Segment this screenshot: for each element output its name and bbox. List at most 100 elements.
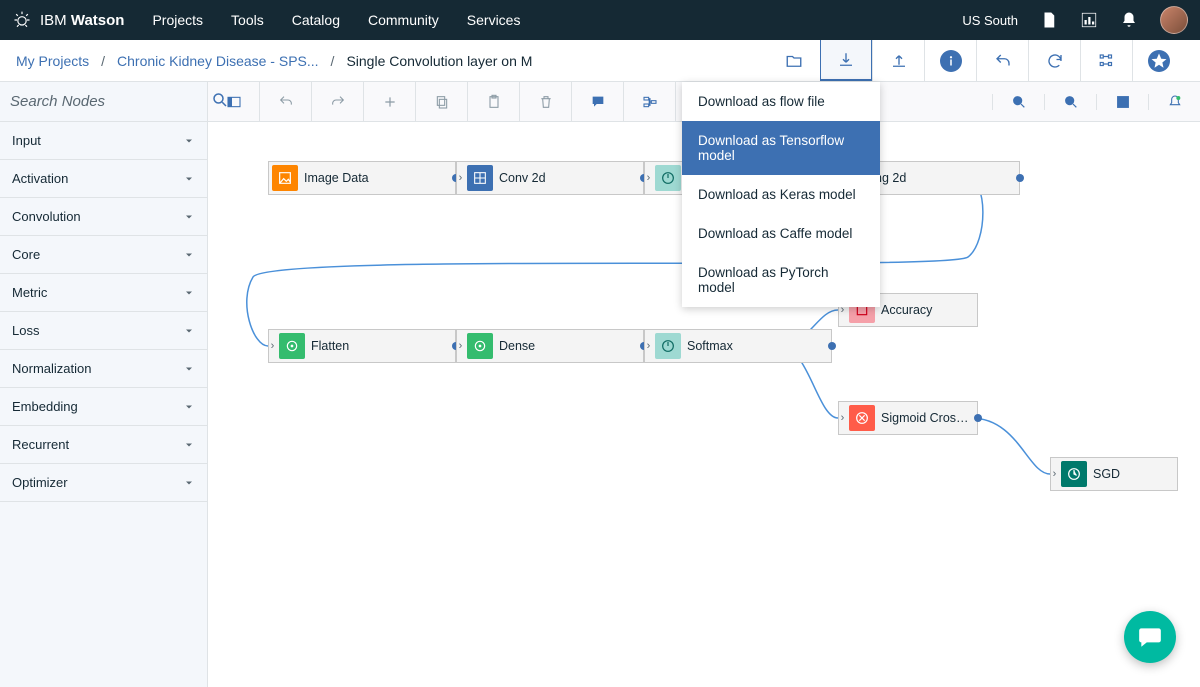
sidebar-item-label: Embedding — [12, 399, 78, 414]
chevron-down-icon — [183, 401, 195, 413]
sidebar-item-label: Input — [12, 133, 41, 148]
settings-button[interactable] — [1080, 40, 1132, 81]
sidebar-item-convolution[interactable]: Convolution — [0, 198, 207, 236]
node-port-in[interactable]: › — [269, 340, 276, 352]
node-port-in[interactable]: › — [645, 340, 652, 352]
sidebar-item-embedding[interactable]: Embedding — [0, 388, 207, 426]
sub-bar: My Projects / Chronic Kidney Disease - S… — [0, 40, 1200, 82]
node-port-out[interactable] — [974, 414, 982, 422]
conv-icon — [467, 165, 493, 191]
chevron-down-icon — [183, 325, 195, 337]
dd-item-flow[interactable]: Download as flow file — [682, 82, 880, 121]
sidebar-item-label: Optimizer — [12, 475, 68, 490]
avatar[interactable] — [1160, 6, 1188, 34]
node-sgd[interactable]: › SGD — [1050, 457, 1178, 491]
dd-item-pytorch[interactable]: Download as PyTorch model — [682, 253, 880, 307]
dense-icon — [467, 333, 493, 359]
top-nav: IBM Watson Projects Tools Catalog Commun… — [0, 0, 1200, 40]
info-button[interactable] — [924, 40, 976, 81]
sidebar-item-label: Metric — [12, 285, 47, 300]
brand[interactable]: IBM Watson — [12, 10, 124, 30]
node-port-in[interactable]: › — [645, 172, 652, 184]
watson-logo-icon — [12, 10, 32, 30]
download-button[interactable] — [820, 40, 872, 81]
zoom-in-button[interactable] — [992, 94, 1044, 110]
sidebar-item-input[interactable]: Input — [0, 122, 207, 160]
node-label: ng 2d — [875, 171, 1019, 185]
nav-link-catalog[interactable]: Catalog — [292, 12, 340, 28]
nav-link-community[interactable]: Community — [368, 12, 439, 28]
undo-action-button[interactable] — [976, 40, 1028, 81]
sidebar-item-recurrent[interactable]: Recurrent — [0, 426, 207, 464]
image-input-icon — [272, 165, 298, 191]
node-image-data[interactable]: Image Data — [268, 161, 456, 195]
subbar-actions — [768, 40, 1184, 81]
chat-fab[interactable] — [1124, 611, 1176, 663]
document-icon[interactable] — [1040, 11, 1058, 29]
node-port-in[interactable]: › — [1051, 468, 1058, 480]
sidebar-item-label: Core — [12, 247, 40, 262]
fit-button[interactable] — [1096, 94, 1148, 110]
add-button[interactable] — [364, 82, 416, 121]
paste-button[interactable] — [468, 82, 520, 121]
search-input[interactable] — [10, 93, 211, 110]
zoom-out-button[interactable] — [1044, 94, 1096, 110]
sidebar-item-activation[interactable]: Activation — [0, 160, 207, 198]
upload-button[interactable] — [872, 40, 924, 81]
optimizer-icon — [1061, 461, 1087, 487]
sidebar-item-label: Convolution — [12, 209, 81, 224]
node-flatten[interactable]: › Flatten — [268, 329, 456, 363]
comment-button[interactable] — [572, 82, 624, 121]
node-softmax[interactable]: › Softmax — [644, 329, 832, 363]
chevron-down-icon — [183, 135, 195, 147]
sidebar-item-label: Normalization — [12, 361, 91, 376]
copy-button[interactable] — [416, 82, 468, 121]
chevron-down-icon — [183, 439, 195, 451]
region-selector[interactable]: US South — [962, 13, 1018, 28]
node-port-in[interactable]: › — [457, 340, 464, 352]
arrange-button[interactable] — [624, 82, 676, 121]
nav-links: Projects Tools Catalog Community Service… — [152, 12, 520, 28]
refresh-button[interactable] — [1028, 40, 1080, 81]
nav-right: US South — [962, 6, 1188, 34]
redo-button[interactable] — [312, 82, 364, 121]
chevron-down-icon — [183, 477, 195, 489]
crumb-current: Single Convolution layer on M — [346, 53, 532, 69]
main: Input Activation Convolution Core Metric… — [0, 122, 1200, 687]
nav-link-projects[interactable]: Projects — [152, 12, 203, 28]
node-loss[interactable]: › Sigmoid Cross-E... — [838, 401, 978, 435]
toolbar — [0, 82, 1200, 122]
search-wrap — [0, 82, 208, 121]
bell-icon[interactable] — [1120, 11, 1138, 29]
activation-icon — [655, 165, 681, 191]
nav-link-tools[interactable]: Tools — [231, 12, 264, 28]
dd-item-tensorflow[interactable]: Download as Tensorflow model — [682, 121, 880, 175]
nav-link-services[interactable]: Services — [467, 12, 521, 28]
notifications-button[interactable] — [1148, 94, 1200, 110]
undo-button[interactable] — [260, 82, 312, 121]
crumb-my-projects[interactable]: My Projects — [16, 53, 89, 69]
node-label: Sigmoid Cross-E... — [881, 411, 977, 425]
sidebar-item-normalization[interactable]: Normalization — [0, 350, 207, 388]
crumb-project[interactable]: Chronic Kidney Disease - SPS... — [117, 53, 319, 69]
node-label: Image Data — [304, 171, 455, 185]
node-conv2d[interactable]: › Conv 2d — [456, 161, 644, 195]
explore-button[interactable] — [1132, 40, 1184, 81]
dd-item-caffe[interactable]: Download as Caffe model — [682, 214, 880, 253]
sidebar-item-optimizer[interactable]: Optimizer — [0, 464, 207, 502]
sidebar-item-loss[interactable]: Loss — [0, 312, 207, 350]
panel-toggle-button[interactable] — [208, 82, 260, 121]
dd-item-keras[interactable]: Download as Keras model — [682, 175, 880, 214]
node-port-out[interactable] — [828, 342, 836, 350]
dashboard-icon[interactable] — [1080, 11, 1098, 29]
node-label: SGD — [1093, 467, 1177, 481]
node-port-in[interactable]: › — [839, 412, 846, 424]
open-button[interactable] — [768, 40, 820, 81]
node-dense[interactable]: › Dense — [456, 329, 644, 363]
delete-button[interactable] — [520, 82, 572, 121]
node-port-in[interactable]: › — [457, 172, 464, 184]
sidebar-item-metric[interactable]: Metric — [0, 274, 207, 312]
activation-icon — [655, 333, 681, 359]
sidebar-item-core[interactable]: Core — [0, 236, 207, 274]
node-port-out[interactable] — [1016, 174, 1024, 182]
